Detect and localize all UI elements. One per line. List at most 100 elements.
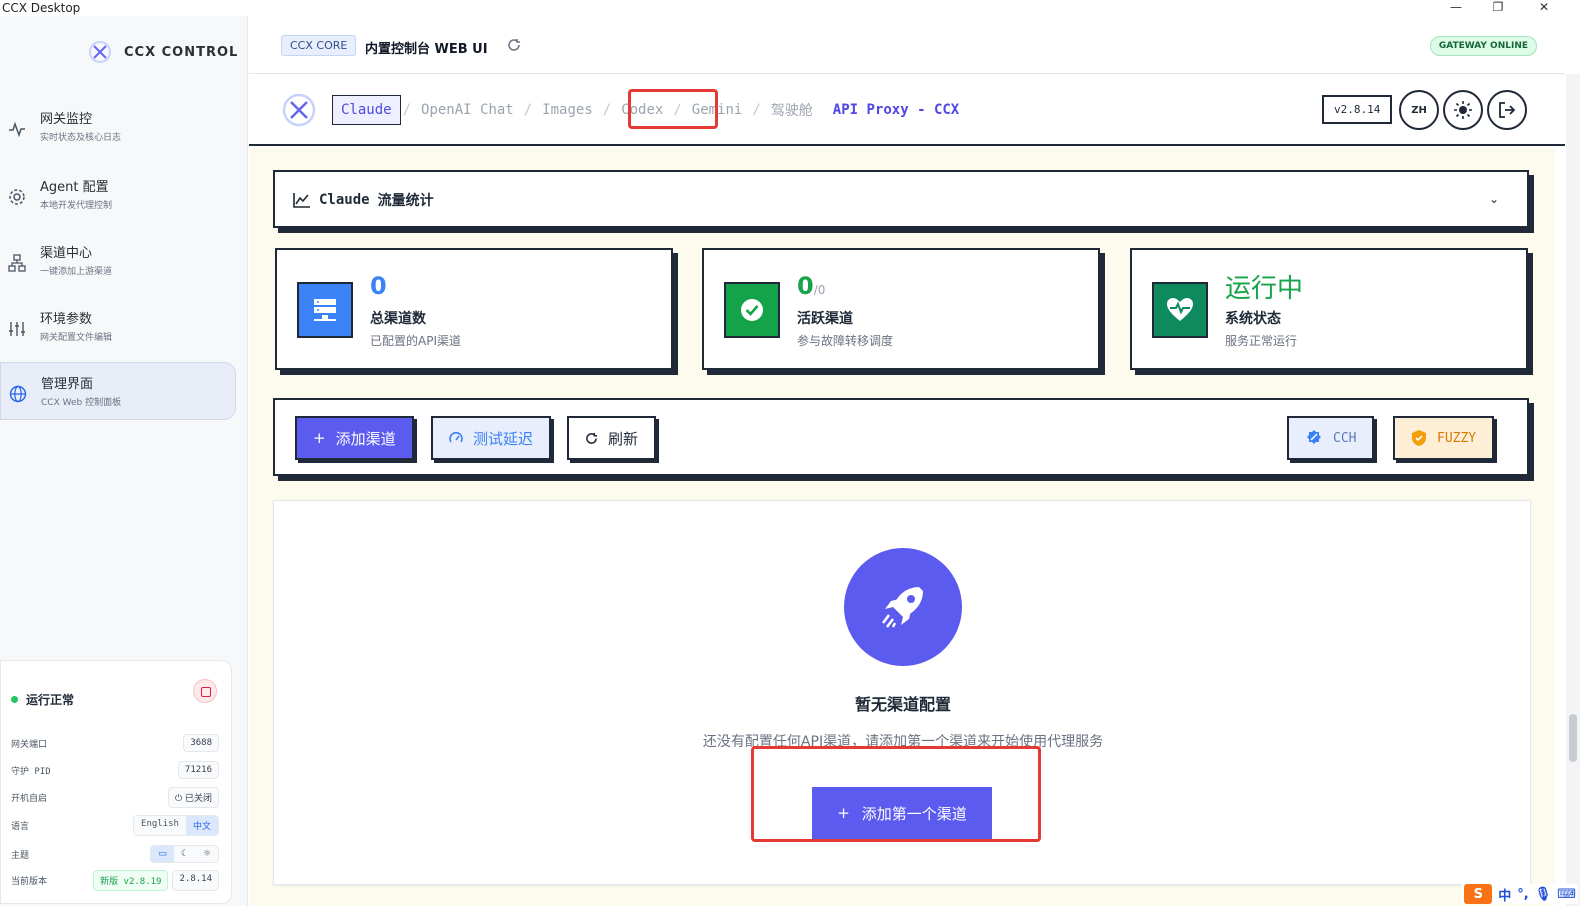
minimize-button[interactable]: — xyxy=(1446,0,1466,14)
refresh-icon xyxy=(586,432,598,444)
sidebar: CCX CONTROL 网关监控 实时状态及核心日志 Agent 配置 本地开发代理… xyxy=(0,16,248,906)
new-version-badge[interactable]: 新版 v2.8.19 xyxy=(93,869,169,891)
window-title: CCX Desktop xyxy=(2,1,81,15)
scrollbar-thumb[interactable] xyxy=(1569,714,1577,762)
topbar: CCX CORE 内置控制台 WEB UI GATEWAY ONLINE xyxy=(249,16,1565,74)
gear-icon xyxy=(9,189,25,205)
sidebar-item-env-params[interactable]: 环境参数 网关配置文件编辑 xyxy=(0,298,236,356)
sidebar-item-agent-config[interactable]: Agent 配置 本地开发代理控制 xyxy=(0,166,236,224)
core-badge: CCX CORE xyxy=(281,35,357,56)
sidebar-item-label: 网关监控 xyxy=(40,112,93,127)
tab-openai-chat[interactable]: OpenAI Chat xyxy=(413,96,522,124)
fuzzy-label: FUZZY xyxy=(1437,430,1477,446)
autostart-label: 开机自启 xyxy=(11,793,48,804)
server-icon xyxy=(297,282,353,338)
sidebar-item-admin-ui[interactable]: 管理界面 CCX Web 控制面板 xyxy=(0,362,236,420)
lang-chinese-option[interactable]: 中文 xyxy=(185,815,218,835)
api-proxy-brand: API Proxy - CCX xyxy=(832,102,960,118)
chevron-down-icon[interactable]: ⌄ xyxy=(1489,192,1499,206)
power-icon: ⏻ xyxy=(175,793,185,804)
lang-english-option[interactable]: English xyxy=(134,815,186,835)
tab-cockpit[interactable]: 驾驶舱 xyxy=(763,94,821,126)
refresh-label: 刷新 xyxy=(608,429,639,448)
activity-icon xyxy=(9,121,25,138)
heartbeat-icon xyxy=(1152,282,1208,338)
reload-icon[interactable] xyxy=(507,38,521,52)
traffic-stats-panel[interactable]: Claude 流量统计 ⌄ xyxy=(273,170,1529,228)
add-channel-label: 添加渠道 xyxy=(335,429,396,448)
theme-row: 主题 ▭ ☾ ☼ xyxy=(11,844,219,864)
stat-value: 0/0 xyxy=(797,272,825,300)
theme-dark-moon-icon[interactable]: ☾ xyxy=(173,846,196,862)
traffic-title-prefix: Claude xyxy=(319,192,370,208)
tab-separator: / xyxy=(602,102,612,118)
version-row: 当前版本 新版 v2.8.19 2.8.14 xyxy=(11,869,219,891)
brand-name: CCX CONTROL xyxy=(124,44,239,60)
theme-toggle-button[interactable] xyxy=(1443,90,1483,130)
close-window-button[interactable]: ✕ xyxy=(1534,0,1554,14)
microphone-icon: 🎙 xyxy=(1534,886,1552,902)
cch-label: CCH xyxy=(1333,430,1357,446)
plus-icon: + xyxy=(313,429,326,447)
logout-button[interactable] xyxy=(1487,90,1527,130)
sidebar-item-sub: CCX Web 控制面板 xyxy=(41,398,122,408)
status-header: 运行正常 xyxy=(11,691,74,708)
gateway-status-card: 运行正常 网关端口 3688 守护 PID 71216 开机自启 ⏻ 已关闭 语… xyxy=(0,660,232,904)
stop-gateway-button[interactable] xyxy=(193,679,217,703)
fuzzy-button[interactable]: FUZZY xyxy=(1393,416,1495,460)
active-total: /0 xyxy=(813,283,826,297)
ccx-logo-icon xyxy=(89,41,111,63)
annotation-box-codex xyxy=(628,89,718,129)
tab-separator: / xyxy=(402,102,412,118)
sidebar-item-label: 渠道中心 xyxy=(40,246,93,261)
theme-system-monitor-icon[interactable]: ▭ xyxy=(151,846,174,862)
language-label: 语言 xyxy=(11,821,30,832)
stat-label: 活跃渠道 xyxy=(797,311,853,327)
refresh-button[interactable]: 刷新 xyxy=(567,416,657,460)
autostart-toggle[interactable]: ⏻ 已关闭 xyxy=(168,786,219,808)
empty-state-title: 暂无渠道配置 xyxy=(854,695,951,714)
language-code: ZH xyxy=(1411,104,1427,116)
maximize-button[interactable]: ❐ xyxy=(1488,0,1508,14)
chart-icon xyxy=(293,193,310,208)
check-circle-icon xyxy=(724,282,780,338)
badge-percent-icon xyxy=(1307,430,1321,444)
sun-icon xyxy=(1454,101,1472,119)
tab-claude[interactable]: Claude xyxy=(332,95,401,125)
theme-light-sun-icon[interactable]: ☼ xyxy=(195,846,218,862)
topbar-title: 内置控制台 WEB UI xyxy=(365,42,488,57)
speedometer-icon xyxy=(449,431,463,443)
test-latency-button[interactable]: 测试延迟 xyxy=(431,416,552,460)
cch-button[interactable]: CCH xyxy=(1287,416,1375,460)
ime-toolbar[interactable]: S 中 °, 🎙 ⌨ xyxy=(1462,884,1578,904)
stat-sub: 已配置的API渠道 xyxy=(370,334,461,348)
annotation-box-add-first-channel xyxy=(751,746,1041,842)
add-channel-button[interactable]: + 添加渠道 xyxy=(295,416,414,460)
language-toggle-button[interactable]: ZH xyxy=(1399,90,1439,130)
sidebar-item-channel-center[interactable]: 渠道中心 一键添加上游渠道 xyxy=(0,232,236,290)
tab-separator: / xyxy=(752,102,761,118)
stat-label: 总渠道数 xyxy=(370,311,426,327)
stat-label: 系统状态 xyxy=(1225,311,1281,327)
punctuation-icon: °, xyxy=(1517,886,1529,902)
globe-icon xyxy=(9,385,27,403)
stat-card-total-channels: 0 总渠道数 已配置的API渠道 xyxy=(275,248,673,370)
sidebar-item-sub: 本地开发代理控制 xyxy=(40,201,113,211)
pid-label: 守护 PID xyxy=(11,766,51,777)
pid-row: 守护 PID 71216 xyxy=(11,760,219,780)
port-label: 网关端口 xyxy=(11,739,48,750)
tab-images[interactable]: Images xyxy=(534,96,601,124)
test-latency-label: 测试延迟 xyxy=(473,429,534,448)
theme-label: 主题 xyxy=(11,850,30,861)
network-icon xyxy=(8,254,26,272)
vertical-scrollbar[interactable] xyxy=(1566,74,1580,906)
main-header: Claude / OpenAI Chat / Images / Codex / … xyxy=(249,74,1565,146)
sliders-icon xyxy=(9,322,25,336)
tab-separator: / xyxy=(523,102,533,118)
version-badge: v2.8.14 xyxy=(1322,95,1393,124)
stat-value: 运行中 xyxy=(1225,274,1304,304)
sidebar-item-gateway-monitor[interactable]: 网关监控 实时状态及核心日志 xyxy=(0,98,236,156)
status-text: 运行正常 xyxy=(26,693,75,707)
sidebar-brand: CCX CONTROL xyxy=(88,38,238,66)
gateway-online-badge: GATEWAY ONLINE xyxy=(1429,36,1537,56)
